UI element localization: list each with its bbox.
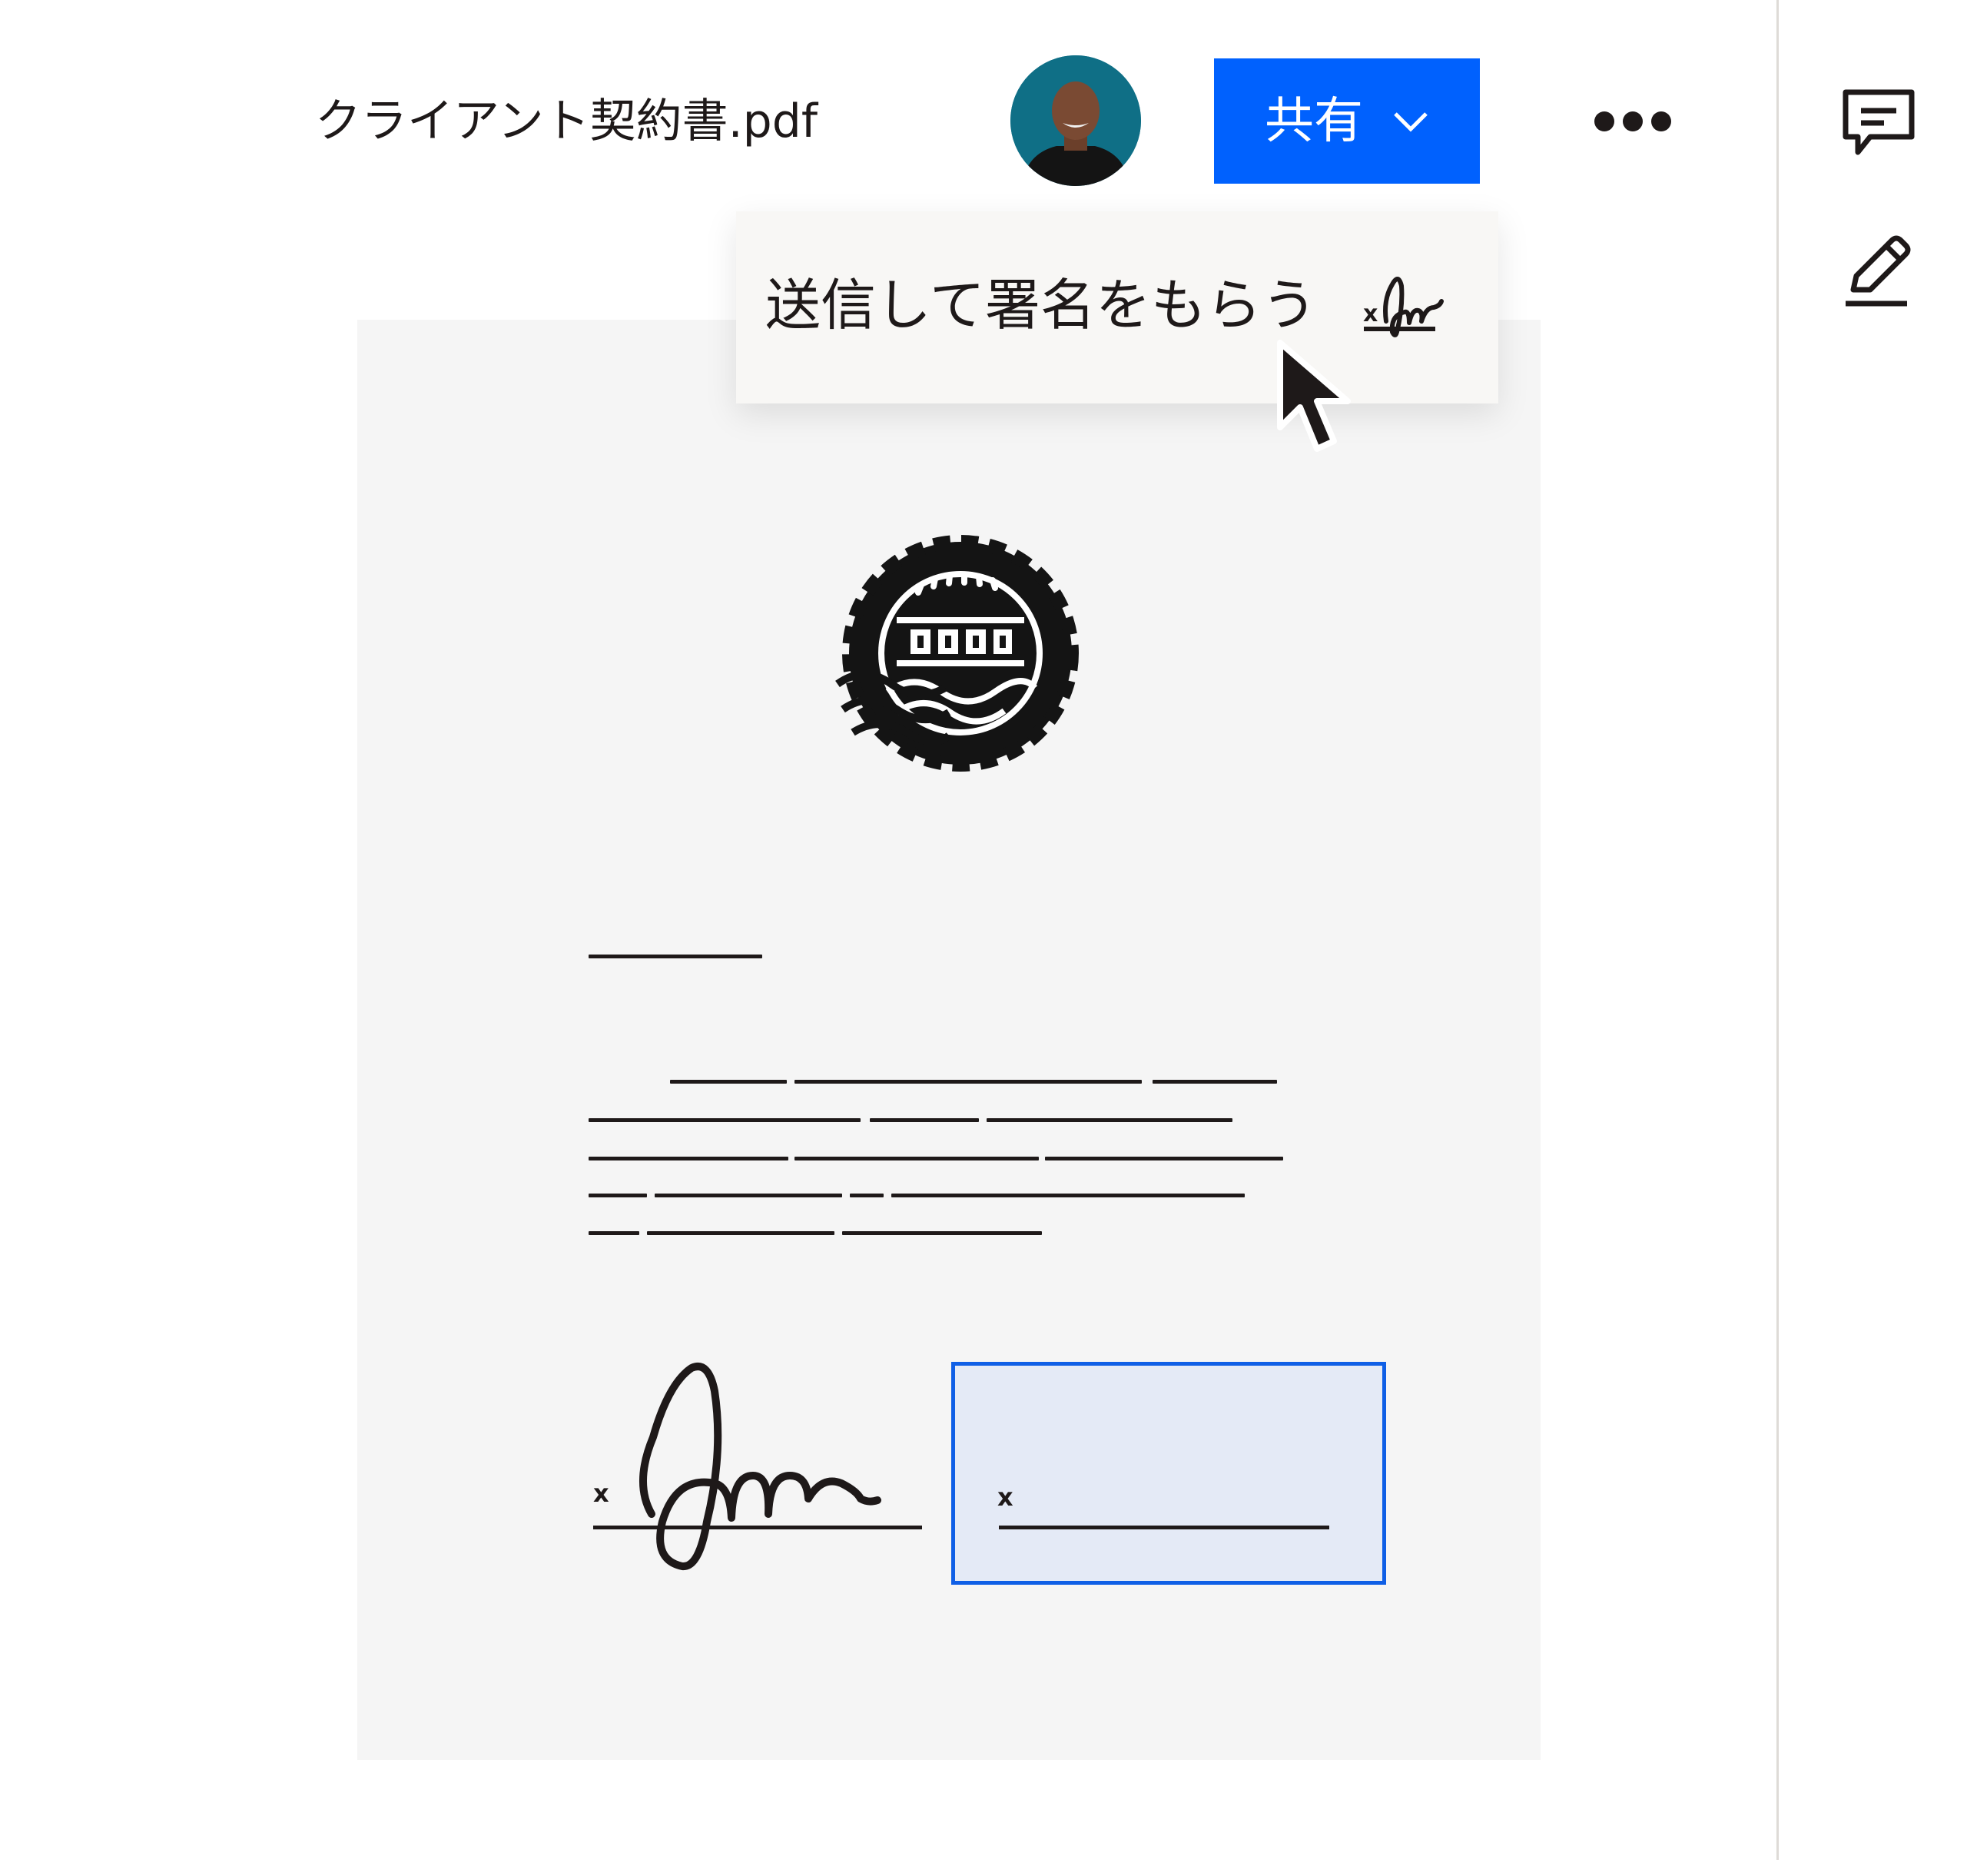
signature-icon: x xyxy=(1363,277,1444,337)
document-filename: クライアント契約書.pdf xyxy=(315,95,818,148)
share-button-label: 共有 xyxy=(1265,92,1363,150)
text-line xyxy=(589,1194,647,1197)
pencil-icon xyxy=(1846,235,1911,307)
menu-item-label: 送信して署名をもらう xyxy=(765,273,1317,337)
text-line xyxy=(589,1231,639,1235)
text-line xyxy=(891,1194,1245,1197)
text-line xyxy=(655,1194,842,1197)
user-avatar[interactable] xyxy=(1010,55,1141,186)
text-line xyxy=(1153,1080,1277,1084)
text-line xyxy=(670,1080,787,1084)
share-dropdown-menu: 送信して署名をもらう x xyxy=(736,211,1498,403)
svg-text:x: x xyxy=(1363,300,1378,327)
handwritten-signature xyxy=(639,1363,881,1570)
comment-icon xyxy=(1843,89,1915,155)
chevron-down-icon xyxy=(1394,111,1428,132)
more-horizontal-icon xyxy=(1594,111,1671,131)
edit-button[interactable] xyxy=(1836,227,1921,311)
send-for-signature-menu-item[interactable]: 送信して署名をもらう x xyxy=(736,211,1498,403)
signature-line xyxy=(593,1526,922,1529)
text-line xyxy=(589,1157,788,1160)
text-line xyxy=(987,1118,1232,1122)
more-options-button[interactable] xyxy=(1591,104,1675,139)
text-line xyxy=(850,1194,884,1197)
text-line xyxy=(870,1118,979,1122)
text-line xyxy=(794,1157,1039,1160)
signed-marker: x xyxy=(593,1479,609,1508)
panel-divider xyxy=(1776,0,1779,1860)
mouse-cursor-icon xyxy=(1277,340,1351,452)
signature-field[interactable] xyxy=(951,1362,1386,1585)
text-line xyxy=(794,1080,1142,1084)
signature-field-line xyxy=(999,1526,1329,1529)
text-line xyxy=(842,1231,1042,1235)
seal-stamp-icon xyxy=(835,535,1079,772)
comment-button[interactable] xyxy=(1836,85,1921,161)
share-button[interactable]: 共有 xyxy=(1214,58,1480,184)
text-line xyxy=(647,1231,834,1235)
text-line xyxy=(589,955,762,958)
text-line xyxy=(1045,1157,1283,1160)
signature-field-marker: x xyxy=(997,1483,1013,1512)
avatar-photo xyxy=(1010,55,1141,186)
text-line xyxy=(589,1118,861,1122)
